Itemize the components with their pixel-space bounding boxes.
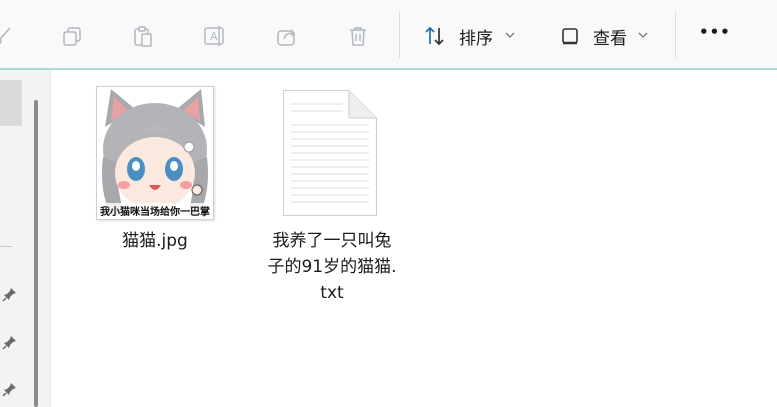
chevron-down-icon[interactable] (638, 31, 648, 39)
toolbar-divider (399, 12, 400, 58)
scrollbar[interactable] (34, 100, 38, 407)
command-bar: A 排序 查看 ••• (0, 0, 777, 70)
delete-icon[interactable] (344, 22, 372, 50)
toolbar-divider (675, 12, 676, 58)
paste-icon[interactable] (129, 22, 157, 50)
nav-selected-item[interactable] (0, 80, 22, 126)
rename-icon[interactable]: A (200, 22, 228, 50)
file-thumbnail-image[interactable]: 我小猫咪当场给你一巴掌 (96, 86, 214, 220)
svg-text:A: A (210, 30, 218, 43)
file-name-line: txt (320, 283, 344, 303)
thumbnail-caption: 我小猫咪当场给你一巴掌 (100, 205, 210, 218)
sort-icon[interactable] (421, 22, 449, 50)
file-name-line: 我养了一只叫兔 (272, 231, 392, 251)
chevron-down-icon[interactable] (505, 31, 515, 39)
view-icon[interactable] (556, 22, 584, 50)
more-options-button[interactable]: ••• (699, 23, 731, 41)
file-name[interactable]: 我养了一只叫兔 子的91岁的猫猫. txt (250, 228, 414, 306)
text-document-icon[interactable] (283, 90, 377, 216)
file-name-line: 子的91岁的猫猫. (267, 257, 397, 277)
cut-icon[interactable] (0, 22, 16, 50)
copy-icon[interactable] (58, 22, 86, 50)
pin-icon[interactable] (2, 334, 18, 350)
pin-icon[interactable] (2, 286, 18, 302)
file-name[interactable]: 猫猫.jpg (96, 228, 214, 254)
cat-girl-illustration: 我小猫咪当场给你一巴掌 (97, 87, 213, 219)
sort-button-label[interactable]: 排序 (459, 24, 493, 49)
view-button-label[interactable]: 查看 (593, 24, 627, 49)
nav-divider (0, 246, 12, 247)
navigation-pane (0, 70, 51, 407)
share-icon[interactable] (273, 22, 301, 50)
pin-icon[interactable] (2, 381, 18, 397)
